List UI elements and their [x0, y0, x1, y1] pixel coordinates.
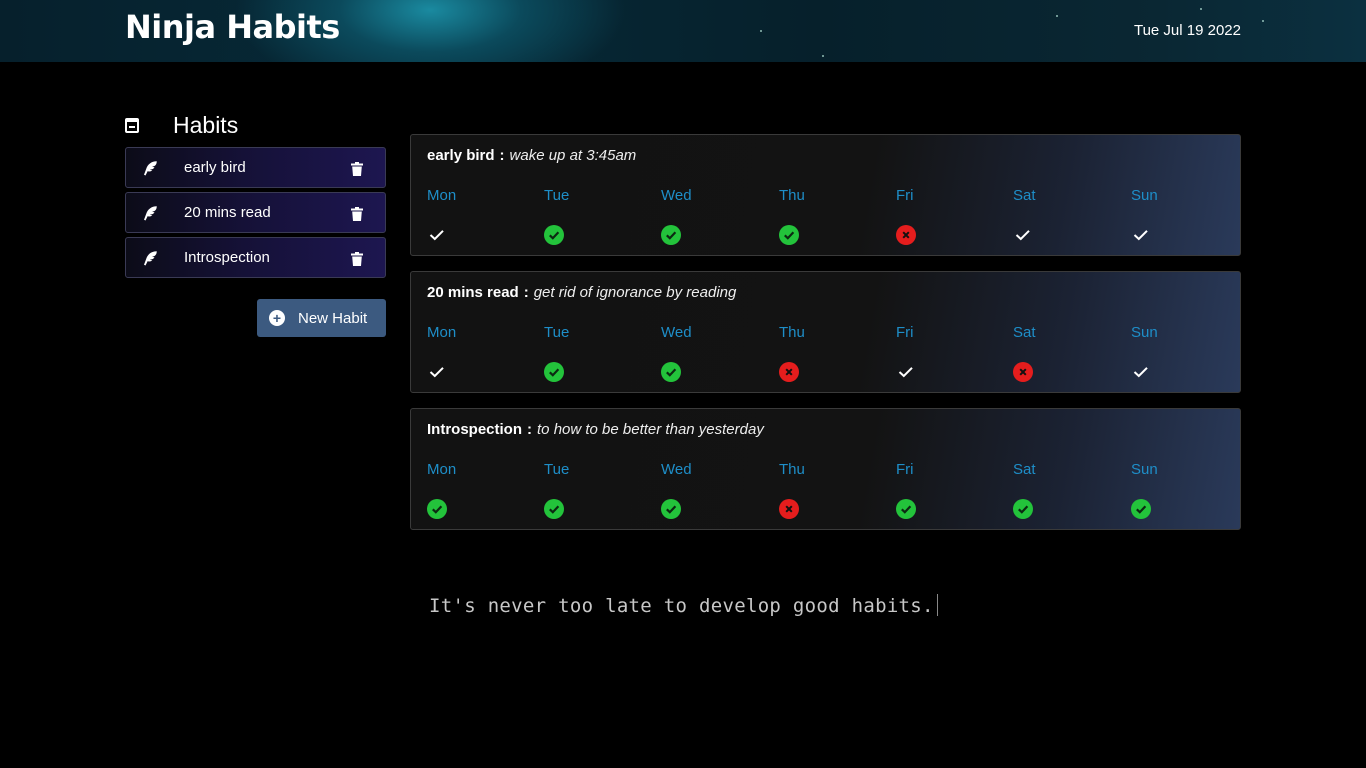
day-label-mon: Mon	[427, 324, 457, 341]
card-habit-description: to how to be better than yesterday	[537, 421, 764, 438]
day-label-tue: Tue	[544, 461, 570, 478]
status-fail-icon[interactable]	[779, 362, 799, 382]
card-habit-name: 20 mins read	[427, 284, 519, 301]
habit-card: Introspection: to how to be better than y…	[410, 408, 1241, 530]
feather-icon	[144, 206, 157, 221]
day-label-wed: Wed	[661, 324, 692, 341]
status-done-icon[interactable]	[779, 225, 799, 245]
day-label-fri: Fri	[896, 187, 914, 204]
status-check-icon[interactable]	[896, 362, 916, 382]
card-separator: :	[499, 147, 505, 164]
day-label-sat: Sat	[1013, 461, 1036, 478]
day-label-wed: Wed	[661, 461, 692, 478]
day-label-fri: Fri	[896, 461, 914, 478]
habit-item-20-mins-read[interactable]: 20 mins read	[125, 192, 386, 233]
status-check-icon[interactable]	[1131, 362, 1151, 382]
status-done-icon[interactable]	[1013, 499, 1033, 519]
feather-icon	[144, 251, 157, 266]
card-heading: Introspection: to how to be better than y…	[427, 421, 764, 438]
status-fail-icon[interactable]	[779, 499, 799, 519]
status-check-icon[interactable]	[1131, 225, 1151, 245]
trash-icon[interactable]	[351, 162, 363, 176]
new-habit-label: New Habit	[298, 309, 368, 327]
motivational-quote: It's never too late to develop good habi…	[429, 594, 938, 617]
status-done-icon[interactable]	[544, 225, 564, 245]
status-done-icon[interactable]	[1131, 499, 1151, 519]
sidebar-header: Habits	[125, 110, 238, 140]
card-habit-name: Introspection	[427, 421, 523, 438]
current-date: Tue Jul 19 2022	[1133, 22, 1241, 39]
sidebar-title: Habits	[173, 111, 239, 138]
day-label-wed: Wed	[661, 187, 692, 204]
day-label-mon: Mon	[427, 187, 457, 204]
day-label-thu: Thu	[779, 187, 805, 204]
habit-item-early-bird[interactable]: early bird	[125, 147, 386, 188]
status-done-icon[interactable]	[661, 499, 681, 519]
day-label-thu: Thu	[779, 324, 805, 341]
habit-list: early bird 20 mins read Introspection	[125, 147, 386, 282]
quote-text: It's never too late to develop good habi…	[429, 595, 934, 617]
status-done-icon[interactable]	[661, 225, 681, 245]
card-habit-name: early bird	[427, 147, 495, 164]
app-title: Ninja Habits	[125, 8, 340, 46]
card-heading: early bird: wake up at 3:45am	[427, 147, 636, 164]
day-label-sun: Sun	[1131, 187, 1158, 204]
card-habit-description: wake up at 3:45am	[509, 147, 637, 164]
day-label-tue: Tue	[544, 324, 570, 341]
card-habit-description: get rid of ignorance by reading	[533, 284, 737, 301]
card-separator: :	[527, 421, 533, 438]
habit-item-label: Introspection	[184, 249, 270, 266]
day-label-thu: Thu	[779, 461, 805, 478]
habit-card: 20 mins read: get rid of ignorance by rea…	[410, 271, 1241, 393]
header-banner: Ninja Habits Tue Jul 19 2022	[0, 0, 1366, 62]
day-label-sun: Sun	[1131, 461, 1158, 478]
status-fail-icon[interactable]	[1013, 362, 1033, 382]
status-done-icon[interactable]	[544, 499, 564, 519]
status-check-icon[interactable]	[427, 362, 447, 382]
calendar-icon	[125, 117, 139, 133]
status-check-icon[interactable]	[1013, 225, 1033, 245]
habit-item-label: 20 mins read	[184, 204, 271, 221]
day-label-mon: Mon	[427, 461, 457, 478]
status-fail-icon[interactable]	[896, 225, 916, 245]
habit-cards: early bird: wake up at 3:45am Mon Tue Wed Th…	[410, 134, 1241, 545]
day-label-tue: Tue	[544, 187, 570, 204]
plus-circle-icon: +	[269, 310, 285, 326]
status-check-icon[interactable]	[427, 225, 447, 245]
day-label-sat: Sat	[1013, 324, 1036, 341]
card-separator: :	[523, 284, 529, 301]
status-done-icon[interactable]	[544, 362, 564, 382]
status-done-icon[interactable]	[661, 362, 681, 382]
habit-item-label: early bird	[184, 159, 246, 176]
habit-item-introspection[interactable]: Introspection	[125, 237, 386, 278]
feather-icon	[144, 161, 157, 176]
trash-icon[interactable]	[351, 252, 363, 266]
card-heading: 20 mins read: get rid of ignorance by rea…	[427, 284, 736, 301]
new-habit-button[interactable]: + New Habit	[257, 299, 386, 337]
day-label-fri: Fri	[896, 324, 914, 341]
day-label-sat: Sat	[1013, 187, 1036, 204]
habit-card: early bird: wake up at 3:45am Mon Tue Wed Th…	[410, 134, 1241, 256]
trash-icon[interactable]	[351, 207, 363, 221]
day-label-sun: Sun	[1131, 324, 1158, 341]
status-done-icon[interactable]	[427, 499, 447, 519]
status-done-icon[interactable]	[896, 499, 916, 519]
typing-cursor	[936, 594, 938, 616]
